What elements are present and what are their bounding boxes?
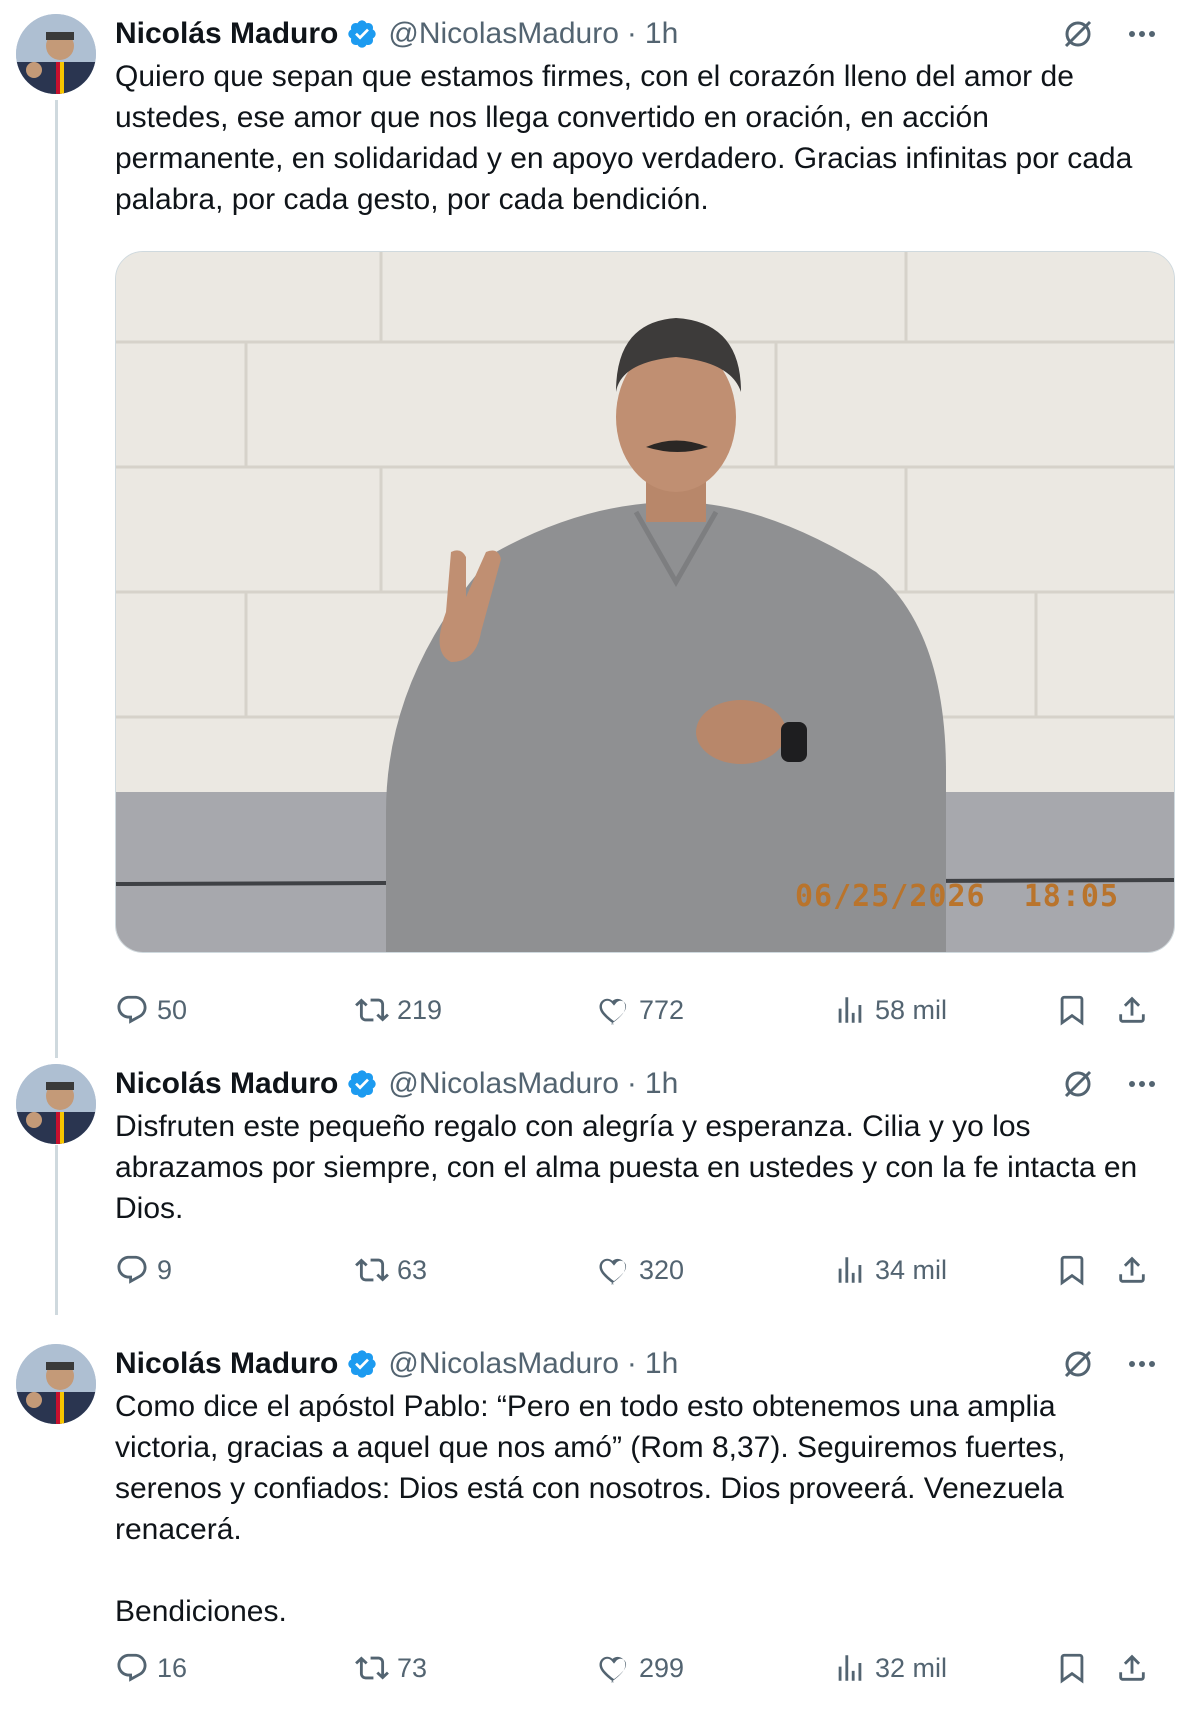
tweet-text: Quiero que sepan que estamos firmes, con… [115, 60, 1141, 216]
header-actions [1060, 1346, 1160, 1382]
tweet-text: Como dice el apóstol Pablo: “Pero en tod… [115, 1390, 1066, 1628]
tweet-text: Disfruten este pequeño regalo con alegrí… [115, 1110, 1146, 1225]
reply-button[interactable]: 9 [115, 1250, 172, 1290]
verified-badge-icon [348, 1350, 377, 1378]
reply-count: 50 [157, 994, 188, 1025]
like-icon [599, 1656, 627, 1683]
photo-image [116, 252, 1174, 952]
views-icon [838, 997, 862, 1023]
author-handle[interactable]: @NicolasMaduro [388, 1067, 619, 1101]
repost-button[interactable]: 219 [355, 990, 442, 1030]
timestamp[interactable]: 1h [645, 1067, 678, 1101]
tweet[interactable]: Nicolás Maduro @NicolasMaduro · 1h Quier… [0, 0, 1200, 1050]
bookmark-icon [1060, 995, 1084, 1026]
timestamp[interactable]: 1h [645, 17, 678, 51]
grok-icon[interactable] [1060, 16, 1096, 52]
repost-icon [355, 998, 389, 1022]
bookmark-icon [1060, 1653, 1084, 1684]
repost-count: 73 [397, 1652, 428, 1683]
share-icon [1119, 1256, 1145, 1283]
tweet-header: Nicolás Maduro @NicolasMaduro · 1h [115, 1064, 678, 1104]
reply-count: 9 [157, 1254, 173, 1285]
grok-icon[interactable] [1060, 1346, 1096, 1382]
author-handle[interactable]: @NicolasMaduro [388, 17, 619, 51]
repost-count: 63 [397, 1254, 428, 1285]
like-icon [599, 998, 627, 1025]
author-name[interactable]: Nicolás Maduro [115, 1067, 338, 1101]
bookmark-button[interactable] [1055, 990, 1089, 1030]
like-button[interactable]: 320 [597, 1250, 684, 1290]
views-count: 58 mil [875, 994, 948, 1025]
reply-icon [117, 995, 147, 1024]
photo-timestamp-overlay: 06/25/2026 18:05 [794, 879, 1119, 914]
bookmark-button[interactable] [1055, 1648, 1089, 1688]
views-count: 32 mil [875, 1652, 948, 1683]
like-count: 772 [639, 994, 685, 1025]
avatar[interactable] [16, 1064, 96, 1144]
timestamp[interactable]: 1h [645, 1347, 678, 1381]
share-icon [1119, 1654, 1145, 1681]
reply-count: 16 [157, 1652, 188, 1683]
reply-icon [117, 1255, 147, 1284]
reply-icon [117, 1653, 147, 1682]
share-button[interactable] [1115, 990, 1149, 1030]
like-button[interactable]: 772 [597, 990, 684, 1030]
views-count: 34 mil [875, 1254, 948, 1285]
repost-icon [355, 1258, 389, 1282]
separator: · [626, 17, 637, 50]
repost-button[interactable]: 73 [355, 1648, 427, 1688]
like-button[interactable]: 299 [597, 1648, 684, 1688]
like-icon [599, 1258, 627, 1285]
share-button[interactable] [1115, 1648, 1149, 1688]
separator: · [626, 1067, 637, 1100]
share-icon [1119, 996, 1145, 1023]
tweet-photo[interactable]: 06/25/2026 18:05 [115, 251, 1175, 953]
tweet-actions: 50 219 772 58 mil [115, 990, 1173, 1030]
more-icon[interactable] [1124, 16, 1160, 52]
bookmark-button[interactable] [1055, 1250, 1089, 1290]
views-icon [838, 1257, 862, 1283]
author-name[interactable]: Nicolás Maduro [115, 17, 338, 51]
tweet-actions: 16 73 299 32 mil [115, 1648, 1173, 1688]
views-button[interactable]: 34 mil [833, 1250, 947, 1290]
tweet[interactable]: Nicolás Maduro @NicolasMaduro · 1h Como … [0, 1330, 1200, 1718]
share-button[interactable] [1115, 1250, 1149, 1290]
reply-button[interactable]: 16 [115, 1648, 187, 1688]
tweet-header: Nicolás Maduro @NicolasMaduro · 1h [115, 1344, 678, 1384]
views-button[interactable]: 32 mil [833, 1648, 947, 1688]
header-actions [1060, 1066, 1160, 1102]
grok-icon[interactable] [1060, 1066, 1096, 1102]
views-icon [838, 1655, 862, 1681]
repost-count: 219 [397, 994, 443, 1025]
tweet-header: Nicolás Maduro @NicolasMaduro · 1h [115, 14, 678, 54]
repost-icon [355, 1656, 389, 1680]
avatar[interactable] [16, 14, 96, 94]
verified-badge-icon [348, 1070, 377, 1098]
avatar[interactable] [16, 1344, 96, 1424]
author-handle[interactable]: @NicolasMaduro [388, 1347, 619, 1381]
more-icon[interactable] [1124, 1346, 1160, 1382]
tweet-actions: 9 63 320 34 mil [115, 1250, 1173, 1290]
reply-button[interactable]: 50 [115, 990, 187, 1030]
like-count: 299 [639, 1652, 685, 1683]
author-name[interactable]: Nicolás Maduro [115, 1347, 338, 1381]
tweet[interactable]: Nicolás Maduro @NicolasMaduro · 1h Disfr… [0, 1050, 1200, 1320]
bookmark-icon [1060, 1255, 1084, 1286]
like-count: 320 [639, 1254, 685, 1285]
repost-button[interactable]: 63 [355, 1250, 427, 1290]
header-actions [1060, 16, 1160, 52]
separator: · [626, 1347, 637, 1380]
verified-badge-icon [348, 20, 377, 48]
views-button[interactable]: 58 mil [833, 990, 947, 1030]
more-icon[interactable] [1124, 1066, 1160, 1102]
